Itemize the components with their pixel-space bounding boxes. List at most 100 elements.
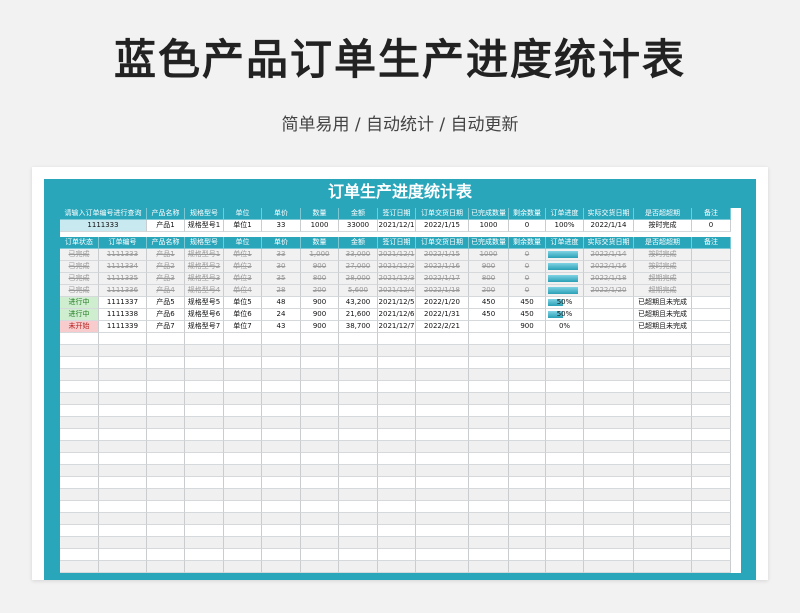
table-cell[interactable]: 1111333	[99, 249, 147, 261]
empty-cell[interactable]	[634, 537, 692, 549]
empty-cell[interactable]	[99, 441, 147, 453]
empty-cell[interactable]	[546, 345, 584, 357]
empty-cell[interactable]	[185, 345, 224, 357]
table-cell[interactable]: 27,000	[339, 261, 378, 273]
empty-cell[interactable]	[509, 489, 546, 501]
empty-cell[interactable]	[301, 333, 339, 345]
empty-cell[interactable]	[469, 465, 509, 477]
table-cell[interactable]: 规格型号6	[185, 309, 224, 321]
empty-cell[interactable]	[469, 357, 509, 369]
empty-cell[interactable]	[224, 393, 262, 405]
table-cell[interactable]: 0	[509, 249, 546, 261]
empty-cell[interactable]	[416, 369, 469, 381]
empty-cell[interactable]	[469, 477, 509, 489]
empty-cell[interactable]	[634, 333, 692, 345]
table-cell[interactable]: 1111336	[99, 285, 147, 297]
table-cell[interactable]: 30	[262, 261, 301, 273]
empty-cell[interactable]	[301, 429, 339, 441]
empty-cell[interactable]	[262, 381, 301, 393]
empty-cell[interactable]	[469, 333, 509, 345]
empty-cell[interactable]	[147, 537, 185, 549]
empty-cell[interactable]	[339, 405, 378, 417]
empty-cell[interactable]	[147, 453, 185, 465]
table-cell[interactable]: 2022/1/20	[584, 285, 634, 297]
empty-cell[interactable]	[185, 477, 224, 489]
empty-cell[interactable]	[378, 561, 416, 573]
empty-cell[interactable]	[634, 525, 692, 537]
empty-cell[interactable]	[634, 345, 692, 357]
empty-cell[interactable]	[147, 561, 185, 573]
empty-cell[interactable]	[60, 393, 99, 405]
progress-cell[interactable]	[546, 261, 584, 273]
empty-cell[interactable]	[509, 477, 546, 489]
empty-cell[interactable]	[99, 369, 147, 381]
table-cell[interactable]: 单位3	[224, 273, 262, 285]
table-cell[interactable]: 900	[301, 297, 339, 309]
empty-cell[interactable]	[692, 405, 731, 417]
empty-cell[interactable]	[546, 513, 584, 525]
progress-cell[interactable]: 50%	[546, 309, 584, 321]
status-badge[interactable]: 未开始	[60, 321, 99, 333]
table-cell[interactable]: 1111334	[99, 261, 147, 273]
table-cell[interactable]: 1,000	[301, 249, 339, 261]
empty-cell[interactable]	[546, 405, 584, 417]
empty-cell[interactable]	[546, 525, 584, 537]
empty-cell[interactable]	[509, 525, 546, 537]
table-cell[interactable]	[692, 297, 731, 309]
empty-cell[interactable]	[584, 453, 634, 465]
empty-cell[interactable]	[185, 465, 224, 477]
empty-cell[interactable]	[339, 333, 378, 345]
status-badge[interactable]: 已完成	[60, 249, 99, 261]
empty-cell[interactable]	[224, 357, 262, 369]
table-cell[interactable]: 1111335	[99, 273, 147, 285]
empty-cell[interactable]	[509, 381, 546, 393]
empty-cell[interactable]	[262, 429, 301, 441]
empty-cell[interactable]	[339, 549, 378, 561]
empty-cell[interactable]	[60, 429, 99, 441]
empty-cell[interactable]	[147, 405, 185, 417]
empty-cell[interactable]	[634, 369, 692, 381]
empty-cell[interactable]	[339, 453, 378, 465]
empty-cell[interactable]	[546, 369, 584, 381]
empty-cell[interactable]	[692, 441, 731, 453]
empty-cell[interactable]	[692, 357, 731, 369]
empty-cell[interactable]	[147, 393, 185, 405]
empty-cell[interactable]	[692, 333, 731, 345]
table-cell[interactable]: 200	[469, 285, 509, 297]
empty-cell[interactable]	[339, 525, 378, 537]
empty-cell[interactable]	[584, 345, 634, 357]
empty-cell[interactable]	[416, 525, 469, 537]
progress-cell[interactable]	[546, 249, 584, 261]
empty-cell[interactable]	[339, 441, 378, 453]
empty-cell[interactable]	[185, 417, 224, 429]
empty-cell[interactable]	[301, 561, 339, 573]
table-cell[interactable]: 450	[469, 309, 509, 321]
empty-cell[interactable]	[469, 381, 509, 393]
table-cell[interactable]: 900	[301, 261, 339, 273]
table-cell[interactable]	[692, 321, 731, 333]
table-cell[interactable]	[584, 309, 634, 321]
empty-cell[interactable]	[416, 417, 469, 429]
empty-cell[interactable]	[692, 489, 731, 501]
table-cell[interactable]: 单位5	[224, 297, 262, 309]
empty-cell[interactable]	[416, 477, 469, 489]
empty-cell[interactable]	[185, 561, 224, 573]
empty-cell[interactable]	[185, 501, 224, 513]
empty-cell[interactable]	[60, 501, 99, 513]
empty-cell[interactable]	[378, 525, 416, 537]
empty-cell[interactable]	[262, 501, 301, 513]
empty-cell[interactable]	[692, 345, 731, 357]
empty-cell[interactable]	[262, 369, 301, 381]
empty-cell[interactable]	[99, 357, 147, 369]
empty-cell[interactable]	[416, 393, 469, 405]
empty-cell[interactable]	[185, 549, 224, 561]
empty-cell[interactable]	[185, 513, 224, 525]
empty-cell[interactable]	[185, 453, 224, 465]
table-cell[interactable]: 200	[301, 285, 339, 297]
empty-cell[interactable]	[185, 537, 224, 549]
empty-cell[interactable]	[546, 465, 584, 477]
empty-cell[interactable]	[469, 393, 509, 405]
empty-cell[interactable]	[469, 369, 509, 381]
empty-cell[interactable]	[378, 537, 416, 549]
empty-cell[interactable]	[634, 381, 692, 393]
